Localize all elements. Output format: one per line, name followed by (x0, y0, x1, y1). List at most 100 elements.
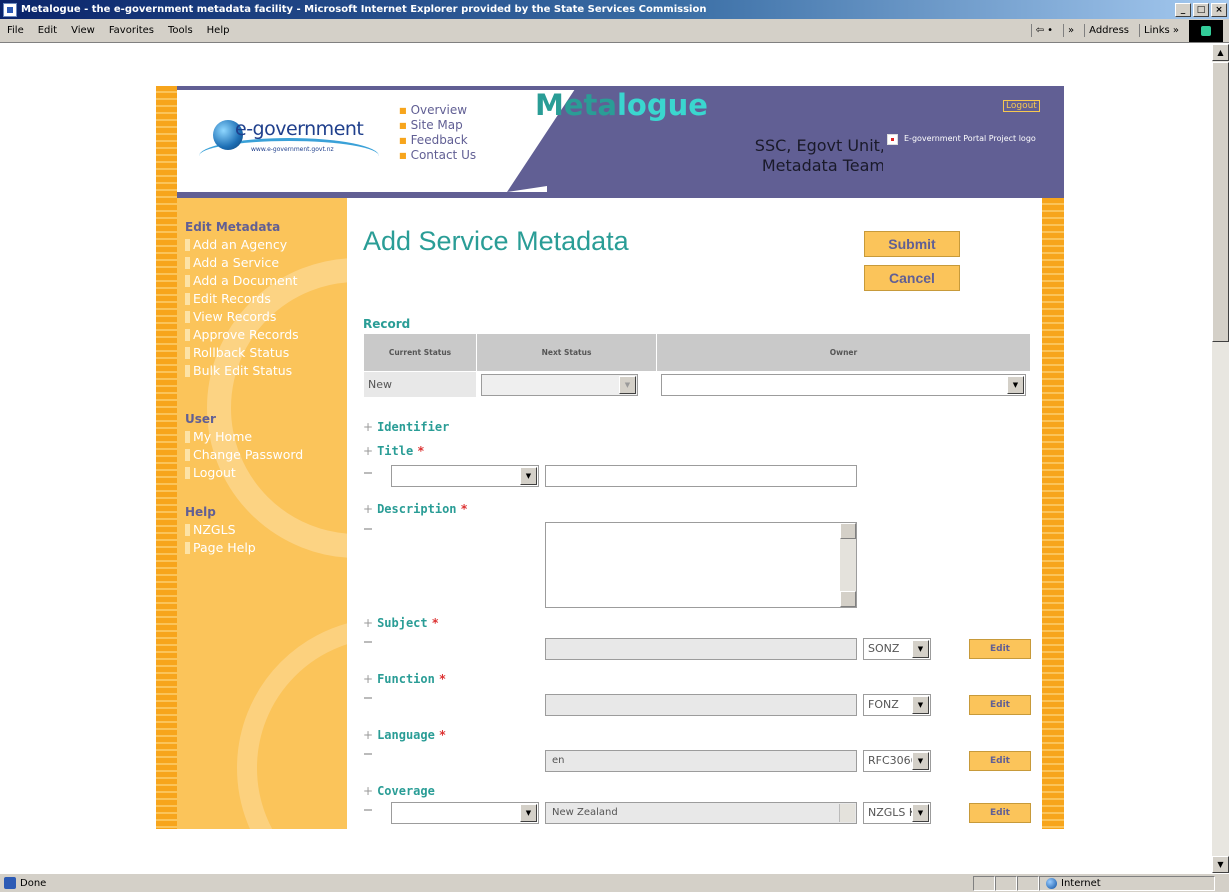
menu-view[interactable]: View (64, 25, 102, 36)
description-textarea[interactable] (545, 522, 857, 608)
sidebar-item-rollback-status[interactable]: Rollback Status (185, 344, 299, 362)
menu-favorites[interactable]: Favorites (102, 25, 161, 36)
record-section-label: Record (363, 317, 411, 331)
sidebar-item-label: Add an Agency (193, 237, 288, 252)
sidebar-item-label: Page Help (193, 540, 256, 555)
sidebar-item-nzgls[interactable]: NZGLS (185, 521, 256, 539)
title-label[interactable]: + Title * (363, 444, 424, 458)
language-edit-button[interactable]: Edit (969, 751, 1031, 771)
subject-input[interactable] (545, 638, 857, 660)
broken-image-icon (887, 134, 898, 145)
function-label[interactable]: + Function * (363, 672, 446, 686)
nav-overview[interactable]: ■ Overview (399, 103, 476, 118)
minus-icon[interactable] (364, 697, 372, 699)
language-label[interactable]: + Language * (363, 728, 446, 742)
minus-icon[interactable] (364, 528, 372, 530)
sidebar-section-edit-metadata: Edit Metadata Add an Agency Add a Servic… (185, 218, 299, 380)
language-input[interactable]: en (545, 750, 857, 772)
sidebar-item-view-records[interactable]: View Records (185, 308, 299, 326)
subject-label[interactable]: + Subject * (363, 616, 439, 630)
nav-contact-us[interactable]: ■ Contact Us (399, 148, 476, 163)
coverage-edit-button[interactable]: Edit (969, 803, 1031, 823)
coverage-input[interactable]: New Zealand (545, 802, 857, 824)
minus-icon[interactable] (364, 753, 372, 755)
minus-icon[interactable] (364, 641, 372, 643)
sidebar-item-bulk-edit-status[interactable]: Bulk Edit Status (185, 362, 299, 380)
statusbar: Done Internet (0, 873, 1229, 892)
egovernment-logo[interactable]: e-government www.e-government.govt.nz (199, 112, 399, 172)
portal-logo-image: E-government Portal Project logo (883, 128, 1043, 190)
maximize-button[interactable]: □ (1193, 2, 1209, 17)
minimize-button[interactable]: _ (1175, 2, 1191, 17)
coverage-value: New Zealand (552, 807, 618, 818)
language-scheme-select[interactable]: RFC3066 ▼ (863, 750, 931, 772)
sidebar-item-add-document[interactable]: Add a Document (185, 272, 299, 290)
plus-icon: + (363, 784, 374, 798)
coverage-label[interactable]: + Coverage (363, 784, 435, 798)
plus-icon: + (363, 616, 374, 630)
nav-feedback[interactable]: ■ Feedback (399, 133, 476, 148)
textarea-scrollbar[interactable] (840, 523, 856, 607)
subject-edit-button[interactable]: Edit (969, 639, 1031, 659)
scroll-down-arrow-icon[interactable]: ▼ (1212, 856, 1229, 873)
address-button[interactable]: Address (1084, 24, 1133, 37)
function-input[interactable] (545, 694, 857, 716)
sidebar-item-my-home[interactable]: My Home (185, 428, 303, 446)
scroll-down-icon[interactable] (840, 591, 856, 607)
owner-select[interactable]: ▼ (661, 373, 1026, 396)
next-status-select[interactable]: ▼ (481, 373, 638, 396)
menu-edit[interactable]: Edit (31, 25, 64, 36)
menu-help[interactable]: Help (200, 25, 237, 36)
header-logout-button[interactable]: Logout (1003, 100, 1040, 112)
scroll-up-arrow-icon[interactable]: ▲ (1212, 44, 1229, 61)
window-controls: _ □ × (1175, 2, 1227, 17)
sidebar-item-page-help[interactable]: Page Help (185, 539, 256, 557)
dropdown-arrow-icon: ▼ (912, 752, 929, 770)
sidebar-item-edit-records[interactable]: Edit Records (185, 290, 299, 308)
identifier-label[interactable]: + Identifier (363, 420, 449, 434)
description-label[interactable]: + Description * (363, 502, 468, 516)
status-pane (995, 875, 1017, 891)
close-button[interactable]: × (1211, 2, 1227, 17)
toolbar-more-button[interactable]: » (1063, 24, 1078, 37)
back-button[interactable]: ⇦ • (1030, 24, 1057, 37)
nav-overview-label: Overview (410, 103, 468, 117)
record-table: Current Status Next Status Owner New ▼ ▼ (363, 333, 1031, 398)
dropdown-arrow-icon: ▼ (520, 804, 537, 822)
submit-button[interactable]: Submit (864, 231, 960, 257)
page-scrollbar[interactable]: ▲ ▼ (1212, 44, 1229, 873)
description-label-text: Description (377, 502, 457, 516)
link-marker (185, 467, 190, 479)
dropdown-arrow-icon: ▼ (619, 375, 636, 394)
sidebar-item-add-service[interactable]: Add a Service (185, 254, 299, 272)
subject-scheme-select[interactable]: SONZ ▼ (863, 638, 931, 660)
menu-tools[interactable]: Tools (161, 25, 200, 36)
zone-text: Internet (1061, 877, 1101, 889)
sidebar-item-add-agency[interactable]: Add an Agency (185, 236, 299, 254)
function-scheme-select[interactable]: FONZ ▼ (863, 694, 931, 716)
page-title: Add Service Metadata (363, 226, 629, 256)
links-button[interactable]: Links » (1139, 24, 1183, 37)
sidebar-item-change-password[interactable]: Change Password (185, 446, 303, 464)
function-edit-button[interactable]: Edit (969, 695, 1031, 715)
title-type-select[interactable]: ▼ (391, 465, 539, 487)
sidebar-item-approve-records[interactable]: Approve Records (185, 326, 299, 344)
minus-icon[interactable] (364, 472, 372, 474)
menu-file[interactable]: File (0, 25, 31, 36)
bullet-icon: ■ (399, 151, 407, 160)
sidebar-item-logout[interactable]: Logout (185, 464, 303, 482)
minus-icon[interactable] (364, 809, 372, 811)
coverage-scheme-select[interactable]: NZGLS K ▼ (863, 802, 931, 824)
scroll-up-icon[interactable] (840, 523, 856, 539)
sidebar-wave (237, 618, 347, 829)
coverage-type-select[interactable]: ▼ (391, 802, 539, 824)
dropdown-arrow-icon: ▼ (912, 640, 929, 658)
nav-site-map[interactable]: ■ Site Map (399, 118, 476, 133)
toolbar-right: ⇦ • » Address Links » (1030, 19, 1229, 42)
sidebar-item-label: My Home (193, 429, 253, 444)
coverage-scrollbar[interactable] (839, 804, 855, 822)
column-next-status: Next Status (476, 333, 657, 372)
title-input[interactable] (545, 465, 857, 487)
scrollbar-thumb[interactable] (1212, 62, 1229, 342)
cancel-button[interactable]: Cancel (864, 265, 960, 291)
